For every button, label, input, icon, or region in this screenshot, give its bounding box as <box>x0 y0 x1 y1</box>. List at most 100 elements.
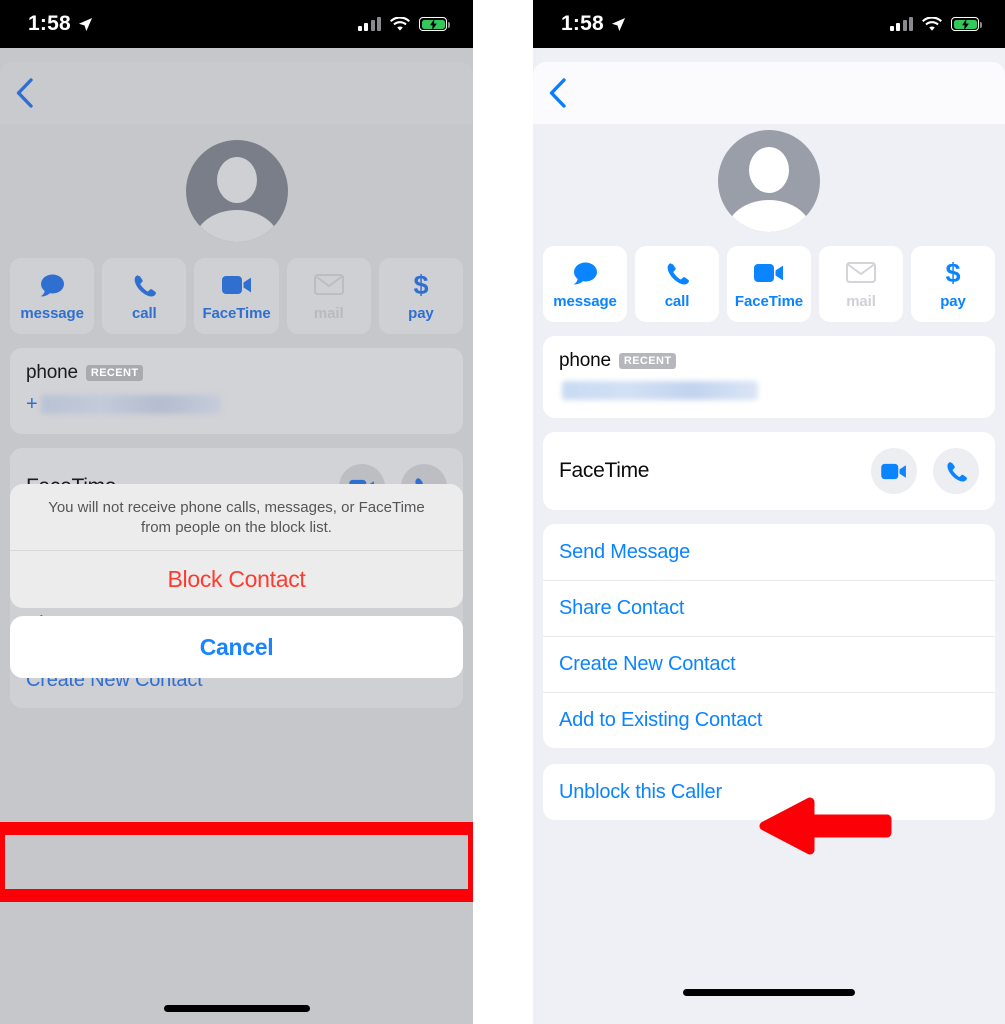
redacted-phone-number <box>40 395 221 414</box>
left-quick-actions-row: message call FaceTime mail $ pay <box>0 258 473 334</box>
quick-action-call[interactable]: call <box>102 258 187 334</box>
quick-action-mail: mail <box>819 246 903 322</box>
cellular-signal-icon <box>357 17 381 31</box>
video-camera-icon <box>754 259 784 287</box>
video-camera-icon <box>881 463 906 479</box>
left-sheet-header <box>0 62 473 124</box>
charging-bolt-icon <box>961 18 969 30</box>
left-avatar-area <box>0 124 473 258</box>
envelope-icon <box>313 271 344 299</box>
list-item[interactable]: Send Message <box>543 524 995 580</box>
phone-number-row: + <box>26 393 447 416</box>
phone-number-prefix: + <box>26 393 38 415</box>
action-sheet-group: You will not receive phone calls, messag… <box>10 483 463 608</box>
facetime-buttons <box>871 448 979 494</box>
cancel-label: Cancel <box>199 633 274 660</box>
quick-action-label: message <box>553 292 617 310</box>
right-avatar-area <box>533 124 1005 246</box>
status-bar-right-group <box>357 16 450 32</box>
location-arrow-icon <box>78 17 92 31</box>
quick-action-label: FaceTime <box>734 292 804 310</box>
phone-card-label: phone <box>559 350 611 371</box>
battery-charging-icon <box>951 17 982 31</box>
quick-action-label: mail <box>313 304 344 322</box>
quick-action-call[interactable]: call <box>635 246 719 322</box>
dollar-sign-icon: $ <box>944 259 962 287</box>
cellular-signal-icon <box>889 17 913 31</box>
unblock-caller-card: Unblock this Caller <box>543 764 995 820</box>
video-camera-icon <box>221 271 252 299</box>
wifi-icon <box>390 16 410 31</box>
quick-action-pay[interactable]: $ pay <box>378 258 464 334</box>
left-phone-screen: 1:58 message call FaceTime mail $ pay ph… <box>0 0 473 1024</box>
screenshot-stage: 1:58 message call FaceTime mail $ pay ph… <box>0 0 1005 1024</box>
person-placeholder-avatar-icon <box>718 130 820 232</box>
phone-handset-icon <box>665 259 689 287</box>
quick-action-mail: mail <box>286 258 371 334</box>
unblock-this-caller-button[interactable]: Unblock this Caller <box>543 764 995 820</box>
list-item[interactable]: Add to Existing Contact <box>543 692 995 748</box>
right-phone-card[interactable]: phone RECENT <box>543 336 995 418</box>
right-links-list: Send Message Share Contact Create New Co… <box>543 524 995 748</box>
list-item[interactable]: Create New Contact <box>543 636 995 692</box>
message-bubble-icon <box>572 259 599 287</box>
quick-action-pay[interactable]: $ pay <box>911 246 995 322</box>
phone-handset-icon <box>132 271 157 299</box>
phone-card-header: phone RECENT <box>559 350 979 372</box>
quick-action-label: pay <box>940 292 966 310</box>
list-item-label: Add to Existing Contact <box>559 709 763 731</box>
quick-action-label: FaceTime <box>202 304 271 322</box>
right-nav-bar <box>533 62 1005 124</box>
quick-action-label: mail <box>846 292 876 310</box>
chevron-left-back-icon[interactable] <box>12 76 38 110</box>
quick-action-message[interactable]: message <box>543 246 627 322</box>
action-sheet-note: You will not receive phone calls, messag… <box>48 498 425 536</box>
block-contact-label: Block Contact <box>167 566 306 592</box>
cancel-button[interactable]: Cancel <box>10 616 463 678</box>
svg-text:$: $ <box>413 271 428 299</box>
envelope-icon <box>846 259 876 287</box>
message-bubble-icon <box>39 271 66 299</box>
quick-action-label: call <box>131 304 157 322</box>
person-placeholder-avatar-icon <box>185 140 288 242</box>
status-bar-left-group: 1:58 <box>28 12 93 36</box>
left-phone-card[interactable]: phone RECENT + <box>10 348 463 434</box>
list-item[interactable]: Share Contact <box>543 580 995 636</box>
quick-action-facetime[interactable]: FaceTime <box>194 258 279 334</box>
quick-action-label: pay <box>408 304 434 322</box>
left-nav-bar <box>0 62 473 124</box>
facetime-audio-button[interactable] <box>933 448 979 494</box>
unblock-this-caller-label: Unblock this Caller <box>559 780 722 803</box>
highlight-box-annotation <box>0 822 473 902</box>
wifi-icon <box>922 16 942 31</box>
location-arrow-icon <box>611 17 625 31</box>
facetime-label: FaceTime <box>559 459 650 482</box>
status-bar-left-group: 1:58 <box>561 12 626 36</box>
phone-card-label: phone <box>26 362 78 383</box>
home-indicator-left <box>163 1005 310 1012</box>
recent-badge: RECENT <box>618 353 677 369</box>
block-contact-button[interactable]: Block Contact <box>10 550 463 608</box>
right-quick-actions-row: message call FaceTime mail $ pay <box>533 246 1005 322</box>
quick-action-message[interactable]: message <box>10 258 95 334</box>
facetime-video-button[interactable] <box>871 448 917 494</box>
recent-badge: RECENT <box>85 365 144 381</box>
status-bar-clock: 1:58 <box>28 12 71 35</box>
status-bar-left: 1:58 <box>0 0 473 48</box>
phone-card-header: phone RECENT <box>26 362 447 384</box>
list-item-label: Send Message <box>559 540 691 563</box>
right-phone-screen: 1:58 message call FaceTime mail $ pay ph… <box>533 0 1005 1024</box>
quick-action-label: call <box>664 292 690 310</box>
quick-action-label: message <box>20 304 84 322</box>
redacted-phone-number <box>562 381 758 400</box>
right-sheet-header <box>533 62 1005 124</box>
list-item-label: Create New Contact <box>559 653 736 675</box>
phone-number-row <box>559 381 979 400</box>
quick-action-facetime[interactable]: FaceTime <box>727 246 811 322</box>
phone-handset-icon <box>947 462 967 482</box>
left-screen-body: message call FaceTime mail $ pay phone R… <box>0 124 473 708</box>
chevron-left-back-icon[interactable] <box>545 76 571 110</box>
right-facetime-card: FaceTime <box>543 432 995 510</box>
right-screen-body: message call FaceTime mail $ pay phone R… <box>533 124 1005 820</box>
dollar-sign-icon: $ <box>412 271 430 299</box>
